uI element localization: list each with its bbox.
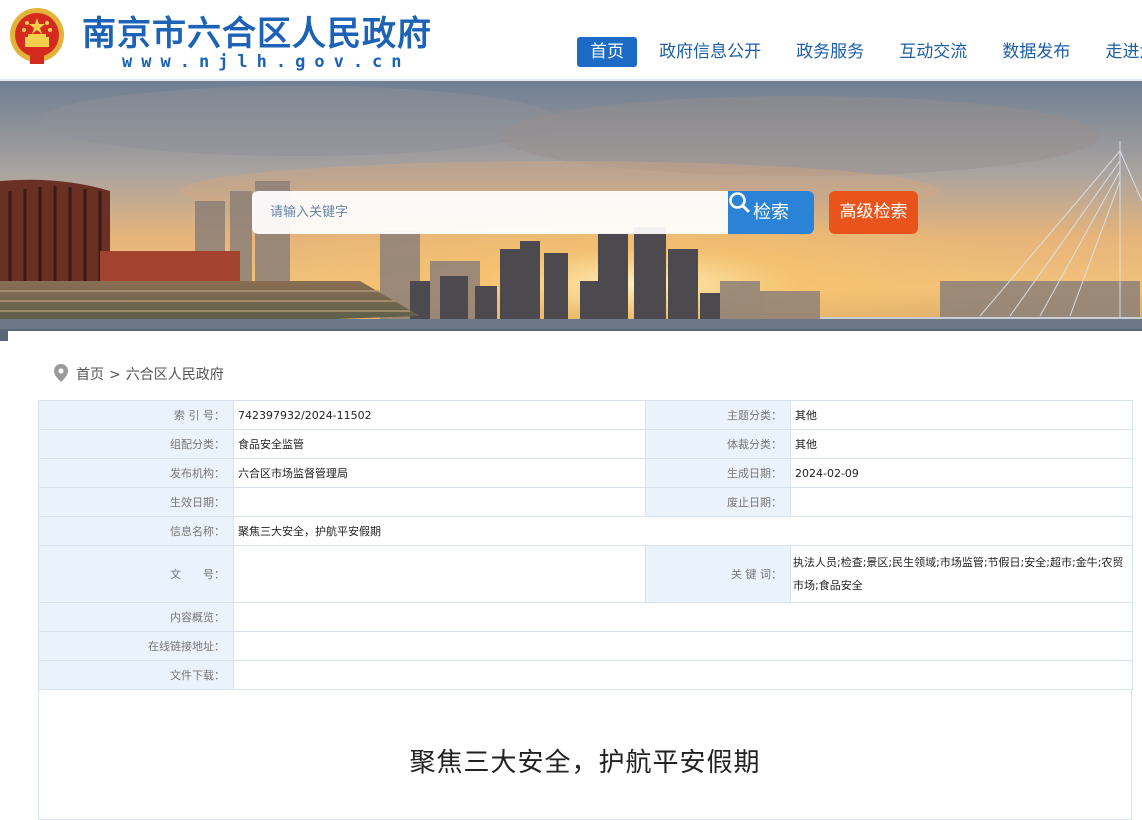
nav-item-gov-info[interactable]: 政府信息公开 [646,37,774,67]
created-date-label: 生成日期： [645,458,791,488]
summary-label: 内容概览： [38,602,234,632]
advanced-search-button[interactable]: 高级检索 [829,191,918,234]
summary-value [233,602,1133,632]
site-title[interactable]: 南京市六合区人民政府 [82,6,432,55]
document-metadata-table: 索 引 号： 742397932/2024-11502 主题分类： 其他 组配分… [38,400,1133,690]
online-link-label: 在线链接地址： [38,631,234,661]
genre-value: 其他 [790,429,1133,459]
table-row: 在线链接地址： [38,631,1133,661]
nav-item-home[interactable]: 首页 [577,37,637,67]
info-name-label: 信息名称： [38,516,234,546]
group-value: 食品安全监管 [233,429,646,459]
online-link-value[interactable] [233,631,1133,661]
info-name-value: 聚焦三大安全，护航平安假期 [233,516,1133,546]
search-input[interactable] [252,191,728,234]
doc-number-value [233,545,646,603]
breadcrumb-current[interactable]: 六合区人民政府 [126,367,224,383]
search-button[interactable]: 检索 [728,191,814,234]
doc-number-label: 文 号： [38,545,234,603]
table-row: 组配分类： 食品安全监管 体裁分类： 其他 [38,429,1133,459]
file-download-value[interactable] [233,660,1133,690]
table-row: 内容概览： [38,602,1133,632]
site-url: www.njlh.gov.cn [122,52,411,72]
article-body: 聚焦三大安全，护航平安假期 [38,690,1132,820]
article-title: 聚焦三大安全，护航平安假期 [409,748,761,778]
table-row: 文件下载： [38,660,1133,690]
table-row: 索 引 号： 742397932/2024-11502 主题分类： 其他 [38,400,1133,430]
created-date-value: 2024-02-09 [790,458,1133,488]
keywords-label: 关 键 词： [645,545,791,603]
breadcrumb: 首页 > 六合区人民政府 [54,364,224,384]
publisher-value: 六合区市场监督管理局 [233,458,646,488]
abolished-date-label: 废止日期： [645,487,791,517]
search-icon [729,192,750,213]
nav-item-services[interactable]: 政务服务 [783,37,877,67]
hero-banner: 检索 高级检索 [0,81,1142,341]
search-button-label: 检索 [753,202,789,223]
index-value: 742397932/2024-11502 [233,400,646,430]
effective-date-value [233,487,646,517]
main-nav: 首页 政府信息公开 政务服务 互动交流 数据发布 走进六合 [577,37,1142,67]
abolished-date-value [790,487,1133,517]
group-label: 组配分类： [38,429,234,459]
nav-item-about[interactable]: 走进六合 [1092,37,1142,67]
content-panel: 首页 > 六合区人民政府 索 引 号： 742397932/2024-11502 主… [8,331,1142,820]
nav-item-data[interactable]: 数据发布 [989,37,1083,67]
publisher-label: 发布机构： [38,458,234,488]
subject-label: 主题分类： [645,400,791,430]
location-pin-icon [54,364,68,382]
national-emblem-icon[interactable] [8,6,66,68]
genre-label: 体裁分类： [645,429,791,459]
table-row: 信息名称： 聚焦三大安全，护航平安假期 [38,516,1133,546]
nav-item-interaction[interactable]: 互动交流 [886,37,980,67]
site-header: 南京市六合区人民政府 www.njlh.gov.cn 首页 政府信息公开 政务服… [0,0,1142,81]
breadcrumb-separator: > [109,367,121,383]
table-row: 生效日期： 废止日期： [38,487,1133,517]
effective-date-label: 生效日期： [38,487,234,517]
table-row: 发布机构： 六合区市场监督管理局 生成日期： 2024-02-09 [38,458,1133,488]
subject-value: 其他 [790,400,1133,430]
table-row: 文 号： 关 键 词： 执法人员;检查;景区;民生领域;市场监管;节假日;安全;… [38,545,1133,603]
index-label: 索 引 号： [38,400,234,430]
file-download-label: 文件下载： [38,660,234,690]
keywords-value: 执法人员;检查;景区;民生领域;市场监管;节假日;安全;超市;金牛;农贸市场;食… [790,545,1133,603]
breadcrumb-home[interactable]: 首页 [76,367,104,383]
